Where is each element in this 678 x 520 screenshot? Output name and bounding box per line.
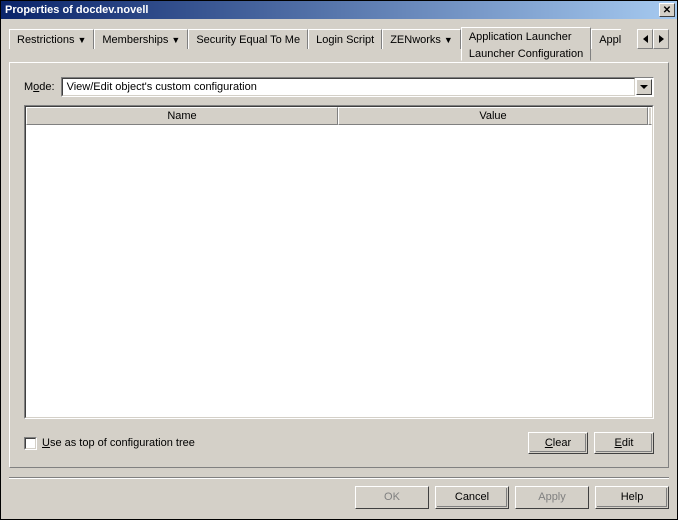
mode-select[interactable]: View/Edit object's custom configuration: [61, 77, 654, 97]
tab-application-launcher[interactable]: Application Launcher Launcher Configurat…: [461, 27, 591, 61]
tab-strip: Restrictions ▼ Memberships ▼ Security Eq…: [9, 27, 669, 63]
dialog-button-row: OK Cancel Apply Help: [1, 481, 677, 519]
dialog-content: Restrictions ▼ Memberships ▼ Security Eq…: [1, 19, 677, 477]
titlebar: Properties of docdev.novell ✕: [1, 1, 677, 19]
column-header-name[interactable]: Name: [26, 107, 338, 125]
help-button[interactable]: Help: [595, 486, 669, 509]
tab-clipped[interactable]: Applic: [591, 29, 621, 49]
edit-button[interactable]: Edit: [594, 432, 654, 454]
tab-zenworks[interactable]: ZENworks ▼: [382, 29, 461, 49]
table-header: Name Value: [26, 107, 652, 125]
checkbox-label: Use as top of configuration tree: [42, 437, 195, 449]
column-header-value[interactable]: Value: [338, 107, 648, 125]
close-button[interactable]: ✕: [659, 3, 675, 17]
use-as-top-checkbox[interactable]: Use as top of configuration tree: [24, 437, 195, 450]
tab-scroll: [637, 29, 669, 49]
tab-security-equal[interactable]: Security Equal To Me: [188, 29, 308, 49]
mode-row: Mode: View/Edit object's custom configur…: [24, 77, 654, 97]
separator: [9, 477, 669, 479]
tab-scroll-right[interactable]: [653, 29, 669, 49]
mode-select-dropdown-button[interactable]: [636, 79, 652, 95]
properties-window: Properties of docdev.novell ✕ Restrictio…: [0, 0, 678, 520]
chevron-down-icon: ▼: [171, 35, 180, 45]
chevron-down-icon: ▼: [77, 35, 86, 45]
cancel-button[interactable]: Cancel: [435, 486, 509, 509]
ok-button[interactable]: OK: [355, 486, 429, 509]
config-table: Name Value: [24, 105, 654, 419]
table-body[interactable]: [26, 125, 652, 417]
chevron-down-icon: ▼: [444, 35, 453, 45]
tab-scroll-left[interactable]: [637, 29, 653, 49]
close-icon: ✕: [663, 5, 671, 16]
tab-memberships[interactable]: Memberships ▼: [94, 29, 188, 49]
tab-restrictions[interactable]: Restrictions ▼: [9, 29, 94, 49]
tab-subtitle: Launcher Configuration: [469, 48, 583, 60]
arrow-left-icon: [643, 35, 648, 43]
checkbox-box[interactable]: [24, 437, 37, 450]
tab-login-script[interactable]: Login Script: [308, 29, 382, 49]
mode-select-value: View/Edit object's custom configuration: [62, 78, 635, 96]
tab-panel: Mode: View/Edit object's custom configur…: [9, 62, 669, 468]
window-title: Properties of docdev.novell: [3, 4, 659, 16]
chevron-down-icon: [640, 85, 648, 89]
mode-label: Mode:: [24, 81, 55, 93]
arrow-right-icon: [659, 35, 664, 43]
clear-button[interactable]: Clear: [528, 432, 588, 454]
apply-button[interactable]: Apply: [515, 486, 589, 509]
panel-bottom-row: Use as top of configuration tree Clear E…: [24, 431, 654, 455]
